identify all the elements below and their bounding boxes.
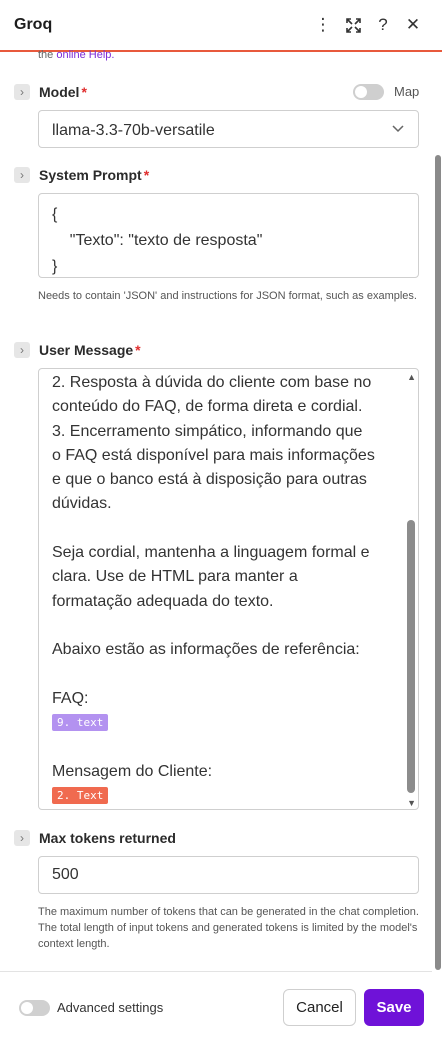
system-prompt-text: { "Texto": "texto de resposta" }: [52, 206, 263, 275]
panel-scrollbar-thumb[interactable]: [435, 155, 441, 970]
user-message-textarea[interactable]: 2. Resposta à dúvida do cliente com base…: [38, 368, 419, 810]
message-line: dúvidas.: [52, 495, 112, 513]
max-tokens-hint: The maximum number of tokens that can be…: [38, 906, 419, 950]
max-tokens-label: Max tokens returned: [39, 830, 176, 846]
save-button[interactable]: Save: [364, 989, 424, 1026]
message-line: o FAQ está disponível para mais informaç…: [52, 446, 375, 464]
panel-footer: Advanced settings Cancel Save: [0, 971, 432, 1041]
required-marker: *: [143, 167, 150, 183]
map-toggle[interactable]: [353, 84, 384, 100]
help-icon[interactable]: ?: [368, 10, 398, 40]
message-line: 2. Resposta à dúvida do cliente com base…: [52, 374, 372, 391]
message-line: [52, 663, 397, 687]
scroll-down-icon[interactable]: ▼: [407, 798, 416, 808]
help-prefix: the: [38, 49, 54, 61]
message-line: FAQ:: [52, 689, 89, 707]
message-line: 3. Encerramento simpático, informando qu…: [52, 422, 363, 440]
map-label: Map: [394, 84, 420, 99]
message-line: 2. Text: [52, 784, 397, 808]
model-select[interactable]: llama-3.3-70b-versatile: [38, 110, 419, 148]
message-line: formatação adequada do texto.: [52, 592, 274, 610]
help-text: the online Help.: [38, 49, 114, 61]
message-line: [52, 517, 397, 541]
user-message-content: 2. Resposta à dúvida do cliente com base…: [52, 371, 397, 808]
more-vert-icon[interactable]: ⋮: [308, 10, 338, 40]
system-prompt-expand-icon[interactable]: ›: [14, 167, 30, 183]
chevron-down-icon: [391, 121, 405, 138]
scroll-up-icon[interactable]: ▲: [407, 372, 416, 382]
model-select-value: llama-3.3-70b-versatile: [52, 122, 215, 139]
message-line: 9. text: [52, 711, 397, 735]
model-label-text: Model: [39, 84, 80, 100]
online-help-link[interactable]: online Help.: [56, 49, 114, 61]
required-marker: *: [135, 342, 141, 358]
advanced-settings-label: Advanced settings: [57, 1000, 164, 1015]
system-prompt-label: System Prompt *: [39, 167, 149, 183]
model-label: Model *: [39, 84, 87, 100]
max-tokens-input[interactable]: 500: [38, 856, 419, 894]
max-tokens-expand-icon[interactable]: ›: [14, 830, 30, 846]
message-line: Abaixo estão as informações de referênci…: [52, 641, 360, 659]
required-marker: *: [81, 84, 87, 100]
system-prompt-textarea[interactable]: { "Texto": "texto de resposta" }: [38, 193, 419, 278]
system-prompt-hint: Needs to contain 'JSON' and instructions…: [38, 290, 417, 302]
advanced-settings-toggle[interactable]: [19, 1000, 50, 1016]
message-line: e que o banco está à disposição para out…: [52, 471, 367, 489]
message-line: Mensagem do Cliente:: [52, 762, 213, 780]
panel-header: Groq ⋮ ? ✕: [0, 0, 442, 52]
message-line: Seja cordial, mantenha a linguagem forma…: [52, 544, 370, 562]
user-message-label-text: User Message: [39, 342, 134, 358]
cancel-button[interactable]: Cancel: [283, 989, 356, 1026]
expand-icon[interactable]: [338, 10, 368, 40]
message-line: [52, 735, 397, 759]
close-icon[interactable]: ✕: [398, 10, 428, 40]
message-line: clara. Use de HTML para manter a: [52, 568, 298, 586]
user-message-expand-icon[interactable]: ›: [14, 342, 30, 358]
message-line: [52, 614, 397, 638]
user-message-label: User Message *: [39, 342, 141, 358]
system-prompt-label-text: System Prompt: [39, 167, 142, 183]
max-tokens-value: 500: [52, 866, 79, 883]
textarea-scrollbar-thumb[interactable]: [407, 520, 415, 793]
variable-tag-faq[interactable]: 9. text: [52, 714, 109, 732]
model-expand-icon[interactable]: ›: [14, 84, 30, 100]
panel-title: Groq: [14, 16, 53, 33]
message-line: conteúdo do FAQ, de forma direta e cordi…: [52, 398, 363, 416]
variable-tag-client[interactable]: 2. Text: [52, 787, 109, 805]
